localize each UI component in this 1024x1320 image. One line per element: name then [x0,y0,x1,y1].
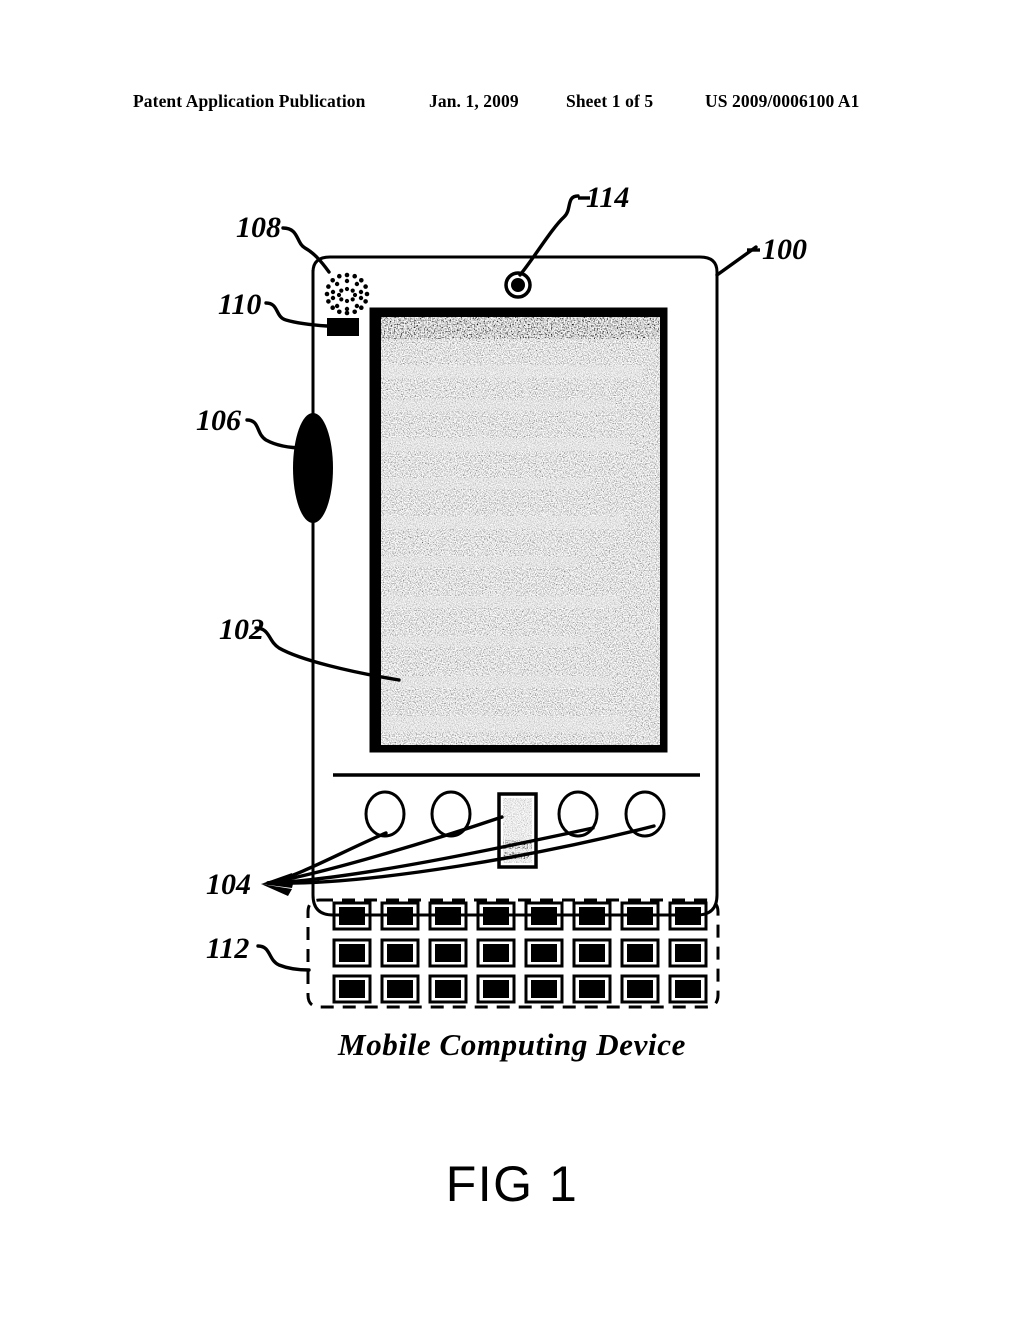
nav-button-1[interactable] [364,790,406,838]
keypad-key[interactable] [524,938,564,968]
ref-numeral-104: 104 [206,868,251,901]
keypad-key[interactable] [332,938,372,968]
keypad-key[interactable] [380,974,420,1004]
figure-caption: Mobile Computing Device [338,1027,686,1062]
ref-numeral-110: 110 [218,288,261,321]
indicator-led [327,318,359,336]
patent-figure: 108 114 100 110 106 102 104 112 [0,0,1024,1320]
keypad[interactable] [306,898,720,1009]
keypad-key[interactable] [332,974,372,1004]
keypad-key[interactable] [668,938,708,968]
ref-numeral-102: 102 [219,613,264,646]
ref-numeral-106: 106 [196,404,241,437]
keypad-key[interactable] [620,974,660,1004]
ref-numeral-112: 112 [206,932,249,965]
keypad-key[interactable] [476,974,516,1004]
keypad-key[interactable] [524,974,564,1004]
keypad-key[interactable] [380,938,420,968]
keypad-row [332,974,708,1004]
figure-label: FIG 1 [445,1156,579,1212]
lead-arrowheads-104 [261,873,294,896]
display-screen[interactable] [369,307,668,753]
lead-line-108 [281,226,331,274]
keypad-key[interactable] [476,938,516,968]
ref-numeral-100: 100 [762,233,807,266]
keypad-key[interactable] [572,938,612,968]
keypad-key[interactable] [620,938,660,968]
keypad-row [332,938,708,968]
ref-numeral-114: 114 [586,181,629,214]
ref-numeral-108: 108 [236,211,281,244]
keypad-key[interactable] [668,974,708,1004]
camera-lens [504,271,532,299]
lead-line-112 [256,944,311,972]
keypad-key[interactable] [572,974,612,1004]
scroll-wheel [293,413,333,523]
keypad-key[interactable] [428,938,468,968]
keypad-key[interactable] [428,974,468,1004]
